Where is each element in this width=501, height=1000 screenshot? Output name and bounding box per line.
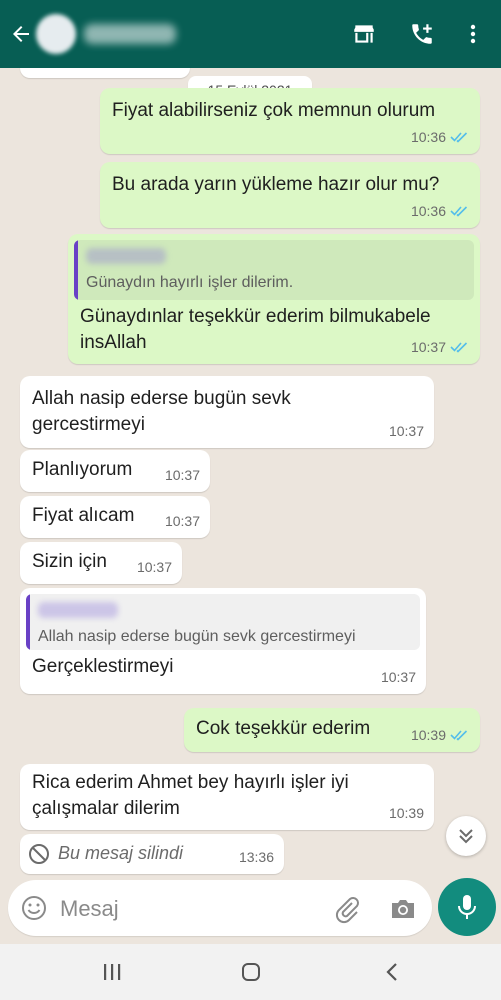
incoming-message[interactable]: Fiyat alıcam 10:37	[20, 496, 210, 538]
incoming-message[interactable]: Rica ederim Ahmet bey hayırlı işler iyi …	[20, 764, 434, 830]
message-meta: 10:37	[389, 418, 424, 444]
contact-name[interactable]	[84, 24, 176, 44]
read-ticks-icon	[450, 342, 468, 353]
message-text: gercestirmeyi	[32, 414, 145, 435]
system-back-button[interactable]	[374, 956, 410, 988]
message-time: 10:37	[164, 513, 200, 529]
recents-icon	[104, 964, 121, 980]
emoji-icon[interactable]	[20, 894, 48, 922]
message-meta: 10:37	[137, 554, 172, 580]
outgoing-message[interactable]: Fiyat alabilirseniz çok memnun olurum 10…	[100, 88, 480, 154]
scroll-to-bottom-button[interactable]	[446, 816, 486, 856]
message-text: Allah nasip ederse bugün sevk	[32, 388, 291, 409]
incoming-message[interactable]: Sizin için 10:37	[20, 542, 182, 584]
message-meta: 10:37	[165, 462, 200, 488]
voice-record-button[interactable]	[438, 878, 496, 936]
quoted-text: Günaydın hayırlı işler dilerim.	[86, 274, 294, 291]
call-button[interactable]	[404, 16, 440, 52]
back-button[interactable]	[4, 14, 38, 54]
message-composer[interactable]: Mesaj	[8, 880, 432, 936]
message-meta: 10:37	[381, 664, 416, 690]
blocked-icon	[29, 844, 49, 864]
incoming-message[interactable]: Planlıyorum 10:37	[20, 450, 210, 492]
outgoing-reply-message[interactable]: Günaydın hayırlı işler dilerim. Günaydın…	[68, 234, 480, 364]
read-ticks-icon	[450, 730, 468, 741]
quoted-message[interactable]: Allah nasip ederse bugün sevk gercestirm…	[26, 594, 420, 650]
message-text: Bu arada yarın yükleme hazır olur mu?	[112, 174, 440, 195]
previous-message[interactable]	[20, 68, 190, 78]
message-meta: 10:36	[411, 198, 470, 224]
read-ticks-icon	[450, 206, 468, 217]
menu-button[interactable]	[458, 16, 488, 52]
message-text: Rica ederim Ahmet bey hayırlı işler iyi	[32, 772, 349, 793]
message-time: 13:36	[238, 849, 274, 865]
message-text: Fiyat alıcam	[32, 505, 135, 526]
home-icon	[242, 963, 260, 981]
system-navigation-bar	[0, 944, 501, 1000]
message-time: 10:37	[380, 669, 416, 685]
quote-accent-bar	[26, 594, 30, 650]
message-text: Cok teşekkür ederim	[196, 718, 371, 739]
back-chevron-icon	[386, 963, 397, 981]
message-text: çalışmalar dilerim	[32, 798, 180, 819]
message-time: 10:37	[410, 339, 446, 355]
catalog-button[interactable]	[346, 16, 382, 52]
message-time: 10:37	[164, 467, 200, 483]
more-vertical-icon	[470, 24, 476, 44]
message-time: 10:37	[388, 423, 424, 439]
message-input[interactable]: Mesaj	[60, 896, 119, 922]
incoming-reply-message[interactable]: Allah nasip ederse bugün sevk gercestirm…	[20, 588, 426, 694]
message-meta: 10:37	[411, 334, 470, 360]
message-time: 10:37	[136, 559, 172, 575]
quoted-message[interactable]: Günaydın hayırlı işler dilerim.	[74, 240, 474, 300]
message-time: 10:39	[388, 805, 424, 821]
recents-button[interactable]	[94, 956, 130, 988]
message-text: Sizin için	[32, 551, 107, 572]
message-meta: 13:36	[239, 844, 274, 870]
camera-icon[interactable]	[388, 894, 418, 924]
message-meta: 10:37	[165, 508, 200, 534]
message-text: Planlıyorum	[32, 459, 133, 480]
outgoing-message[interactable]: Cok teşekkür ederim 10:39	[184, 708, 480, 752]
contact-avatar[interactable]	[36, 14, 76, 54]
message-text: Fiyat alabilirseniz çok memnun olurum	[112, 100, 436, 121]
quoted-sender	[86, 248, 166, 264]
message-time: 10:36	[410, 129, 446, 145]
quoted-text: Allah nasip ederse bugün sevk gercestirm…	[38, 628, 356, 645]
quote-accent-bar	[74, 240, 78, 300]
add-call-icon	[412, 24, 432, 44]
message-time: 10:36	[410, 203, 446, 219]
incoming-message[interactable]: Allah nasip ederse bugün sevk gercestirm…	[20, 376, 434, 448]
deleted-text: Bu mesaj silindi	[58, 843, 184, 863]
arrow-left-icon	[13, 26, 29, 42]
double-chevron-down-icon	[459, 829, 473, 844]
deleted-message[interactable]: Bu mesaj silindi 13:36	[20, 834, 284, 874]
message-time: 10:39	[410, 727, 446, 743]
mic-icon	[458, 895, 476, 919]
message-meta: 10:39	[389, 800, 424, 826]
paperclip-icon[interactable]	[332, 894, 362, 924]
chat-header	[0, 0, 501, 68]
chat-area[interactable]: 15 Eylül 2021 Fiyat alabilirseniz çok me…	[0, 68, 501, 878]
message-text: Gerçeklestirmeyi	[32, 656, 174, 677]
store-icon	[354, 25, 374, 43]
message-meta: 10:39	[411, 722, 470, 748]
message-meta: 10:36	[411, 124, 470, 150]
outgoing-message[interactable]: Bu arada yarın yükleme hazır olur mu? 10…	[100, 162, 480, 228]
quoted-sender	[38, 602, 118, 618]
read-ticks-icon	[450, 132, 468, 143]
home-button[interactable]	[233, 956, 269, 988]
message-text: Günaydınlar teşekkür ederim bilmukabele	[80, 306, 431, 327]
message-text: insAllah	[80, 332, 147, 353]
